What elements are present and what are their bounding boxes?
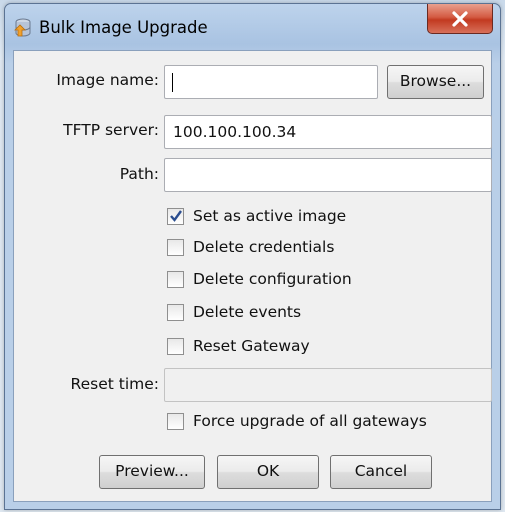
checkbox-label: Delete credentials [193, 238, 335, 256]
reset-time-label: Reset time: [70, 375, 159, 393]
cancel-button[interactable]: Cancel [330, 455, 432, 489]
path-input[interactable] [164, 158, 492, 192]
checkbox-box[interactable] [167, 238, 184, 256]
checkbox-box[interactable] [167, 270, 184, 288]
title-bar[interactable]: Bulk Image Upgrade [5, 4, 500, 50]
checkbox-box[interactable] [167, 412, 184, 430]
checkbox-label: Set as active image [193, 207, 347, 225]
database-upgrade-icon [14, 18, 32, 38]
reset-time-input [164, 368, 492, 402]
image-name-input[interactable] [164, 65, 378, 99]
preview-button[interactable]: Preview... [99, 455, 205, 489]
force-upgrade-checkbox[interactable]: Force upgrade of all gateways [167, 409, 427, 433]
browse-button[interactable]: Browse... [387, 65, 484, 99]
tftp-server-label: TFTP server: [63, 121, 159, 139]
delete-events-checkbox[interactable]: Delete events [167, 300, 301, 324]
checkbox-box[interactable] [167, 303, 184, 321]
checkmark-icon [170, 209, 182, 222]
checkbox-label: Delete events [193, 303, 302, 321]
delete-configuration-checkbox[interactable]: Delete configuration [167, 267, 352, 291]
path-label: Path: [119, 165, 159, 183]
checkbox-box[interactable] [167, 207, 184, 225]
checkbox-label: Delete configuration [193, 270, 352, 288]
window-title: Bulk Image Upgrade [39, 18, 208, 37]
ok-button[interactable]: OK [217, 455, 319, 489]
close-icon [451, 10, 469, 27]
checkbox-box[interactable] [167, 337, 184, 355]
image-name-label: Image name: [56, 71, 159, 89]
checkbox-label: Reset Gateway [193, 337, 310, 355]
dialog-content: Image name: Browse... TFTP server: 100.1… [13, 50, 492, 502]
reset-gateway-checkbox[interactable]: Reset Gateway [167, 334, 310, 358]
text-cursor [172, 73, 173, 92]
set-active-image-checkbox[interactable]: Set as active image [167, 204, 346, 228]
checkbox-label: Force upgrade of all gateways [193, 412, 427, 430]
close-button[interactable] [427, 4, 493, 34]
delete-credentials-checkbox[interactable]: Delete credentials [167, 235, 334, 259]
dialog-window: Bulk Image Upgrade Image name: Browse...… [4, 3, 501, 510]
tftp-server-input[interactable]: 100.100.100.34 [164, 115, 492, 149]
